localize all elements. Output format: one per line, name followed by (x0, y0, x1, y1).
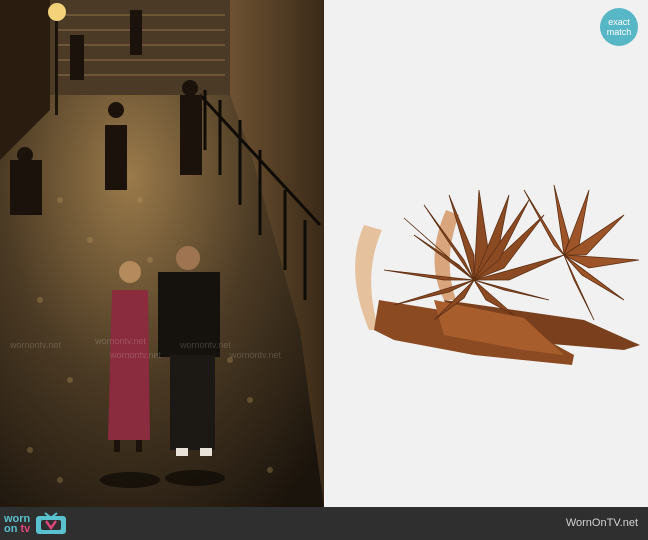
site-url[interactable]: WornOnTV.net (566, 517, 638, 529)
logo-tv: tv (20, 523, 31, 535)
site-logo[interactable]: worn on tv (4, 511, 68, 537)
badge-line1: exact (608, 17, 630, 27)
footer-bar: worn on tv WornOnTV.net (0, 507, 648, 540)
logo-wordmark: worn on tv (4, 514, 31, 535)
logo-on: on (4, 523, 18, 535)
badge-line2: match (606, 27, 632, 37)
logo-on-tv-row: on tv (4, 523, 31, 535)
feather-mule-illustration (355, 184, 640, 365)
scene-still (0, 0, 324, 507)
outfit-composite: wornontv.net wornontv.net wornontv.net w… (0, 0, 648, 507)
product-image (324, 0, 648, 507)
scene-illustration (0, 0, 324, 507)
exact-match-badge: exact match (600, 8, 638, 46)
tv-icon (36, 512, 67, 534)
